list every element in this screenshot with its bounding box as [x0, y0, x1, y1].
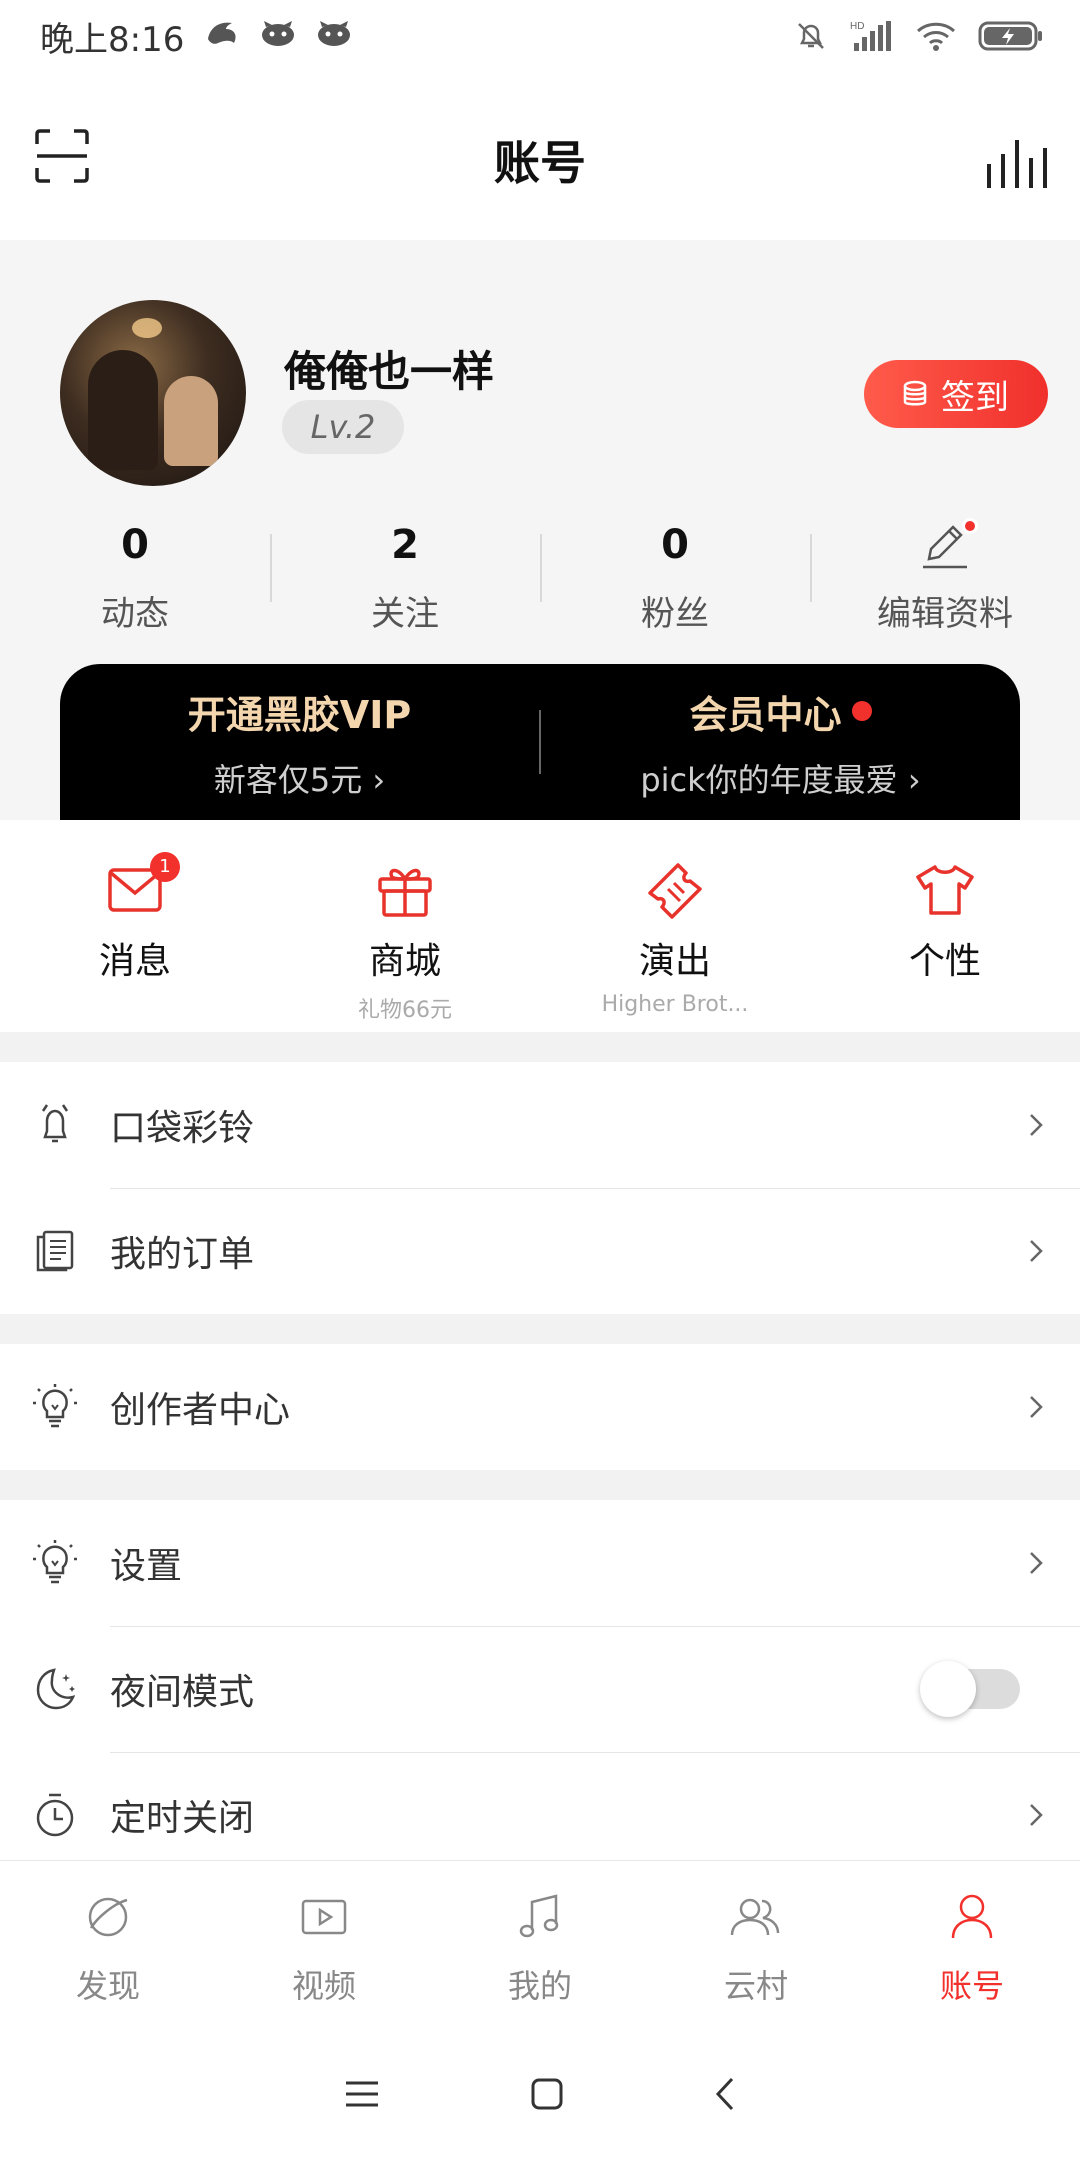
vip-card: 开通黑胶VIP 新客仅5元 › 会员中心 pick你的年度最爱 › [60, 664, 1020, 820]
chevron-right-icon [1030, 1552, 1043, 1574]
app-header: 账号 [0, 72, 1080, 240]
order-icon [36, 1230, 74, 1272]
stat-followers[interactable]: 0 粉丝 [540, 510, 810, 640]
bottom-tab-bar: 发现 视频 我的 云村 账号 [0, 1860, 1080, 2028]
edit-profile-button[interactable]: 编辑资料 [810, 510, 1080, 640]
discover-icon [88, 1897, 128, 1937]
menu-group-2: 创作者中心 [0, 1344, 1080, 1470]
wifi-icon [916, 20, 956, 52]
tab-video[interactable]: 视频 [216, 1861, 432, 2028]
menu-pocket-ringtone[interactable]: 口袋彩铃 [0, 1062, 1080, 1188]
menu-my-orders[interactable]: 我的订单 [0, 1188, 1080, 1314]
profile-stats: 0 动态 2 关注 0 粉丝 编辑资料 [0, 510, 1080, 640]
app-notification-icon [204, 16, 240, 56]
music-note-icon [519, 1894, 559, 1938]
tab-community[interactable]: 云村 [648, 1861, 864, 2028]
lightbulb-icon [33, 1384, 77, 1428]
page-title: 账号 [494, 136, 586, 190]
signin-button[interactable]: 签到 [864, 360, 1048, 428]
tshirt-icon [916, 865, 974, 915]
gift-icon [378, 868, 432, 917]
video-icon [301, 1899, 347, 1935]
quick-entries: 1 消息 商城 礼物66元 演出 Higher Brot... 个性 [0, 820, 1080, 1032]
status-bar: 晚上8:16 HD [0, 0, 1080, 72]
message-badge: 1 [150, 852, 180, 882]
system-nav-bar [0, 2028, 1080, 2160]
member-center-button[interactable]: 会员中心 pick你的年度最爱 › [541, 684, 1020, 801]
profile-section: 俺俺也一样 Lv.2 签到 0 动态 2 关注 0 粉丝 编辑资料 开通黑胶VI… [0, 240, 1080, 820]
lightbulb-icon [33, 1540, 77, 1584]
chevron-right-icon [1030, 1240, 1043, 1262]
username[interactable]: 俺俺也一样 [284, 338, 494, 399]
chevron-right-icon [1030, 1396, 1043, 1418]
timer-icon [36, 1793, 74, 1837]
tab-account[interactable]: 账号 [864, 1861, 1080, 2028]
signal-icon: HD [850, 19, 894, 53]
menu-creator-center[interactable]: 创作者中心 [0, 1344, 1080, 1470]
menu-sleep-timer[interactable]: 定时关闭 [0, 1752, 1080, 1860]
quick-shows[interactable]: 演出 Higher Brot... [540, 820, 810, 1032]
open-vip-button[interactable]: 开通黑胶VIP 新客仅5元 › [60, 684, 539, 801]
app-notification-icon [260, 16, 296, 56]
app-notification-icon [316, 16, 352, 56]
menu-group-3: 设置 夜间模式 定时关闭 [0, 1500, 1080, 1860]
bell-icon [41, 1104, 69, 1143]
menu-icon[interactable] [344, 2079, 380, 2109]
quick-store[interactable]: 商城 礼物66元 [270, 820, 540, 1032]
stat-following[interactable]: 2 关注 [270, 510, 540, 640]
tab-discover[interactable]: 发现 [0, 1861, 216, 2028]
notification-dot [851, 701, 872, 721]
tab-mine[interactable]: 我的 [432, 1861, 648, 2028]
quick-personalize[interactable]: 个性 [810, 820, 1080, 1032]
home-icon[interactable] [530, 2077, 564, 2111]
now-playing-icon[interactable] [986, 134, 1048, 190]
menu-settings[interactable]: 设置 [0, 1500, 1080, 1626]
notification-dot [962, 518, 978, 534]
chevron-right-icon [1030, 1114, 1043, 1136]
quick-messages[interactable]: 1 消息 [0, 820, 270, 1032]
chevron-right-icon [1030, 1804, 1043, 1826]
ticket-icon [648, 863, 702, 919]
avatar[interactable] [60, 300, 246, 486]
status-time: 晚上8:16 [40, 19, 185, 60]
level-badge[interactable]: Lv.2 [282, 400, 404, 454]
night-mode-toggle[interactable] [920, 1661, 1020, 1717]
svg-text:HD: HD [850, 21, 864, 32]
menu-group-1: 口袋彩铃 我的订单 [0, 1062, 1080, 1314]
stat-posts[interactable]: 0 动态 [0, 510, 270, 640]
account-icon [951, 1894, 993, 1939]
coin-icon [903, 380, 927, 406]
menu-night-mode[interactable]: 夜间模式 [0, 1626, 1080, 1752]
signin-label: 签到 [941, 377, 1009, 418]
mute-icon [794, 19, 828, 53]
back-icon[interactable] [714, 2076, 736, 2112]
battery-icon [978, 20, 1044, 52]
community-icon [730, 1898, 780, 1936]
moon-icon [36, 1668, 76, 1710]
